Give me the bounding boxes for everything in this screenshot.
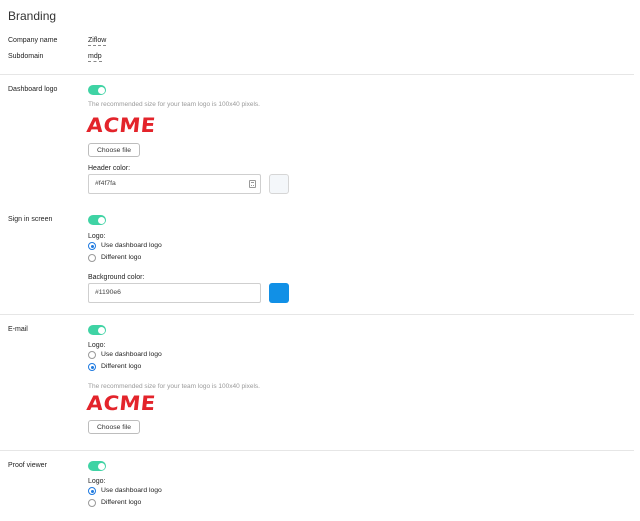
email-use-dashboard-logo-radio[interactable] xyxy=(88,351,96,359)
divider xyxy=(0,314,634,315)
sign-in-screen-label: Sign in screen xyxy=(8,216,53,223)
background-color-input[interactable]: #1190e6 xyxy=(88,283,261,303)
dashboard-logo-choose-file-button[interactable]: Choose file xyxy=(88,143,140,157)
email-different-logo-radio[interactable] xyxy=(88,363,96,371)
proof-viewer-label: Proof viewer xyxy=(8,462,47,469)
background-color-label: Background color: xyxy=(88,274,145,281)
header-color-label: Header color: xyxy=(88,165,131,172)
sign-in-screen-toggle[interactable] xyxy=(88,215,106,225)
proof-viewer-different-logo-radio[interactable] xyxy=(88,499,96,507)
subdomain-value[interactable]: mdp xyxy=(88,53,102,62)
proof-viewer-use-dashboard-logo-label: Use dashboard logo xyxy=(101,487,162,494)
email-label: E-mail xyxy=(8,326,28,333)
email-different-logo-label: Different logo xyxy=(101,363,142,370)
color-picker-icon[interactable] xyxy=(249,180,256,188)
email-choose-file-button[interactable]: Choose file xyxy=(88,420,140,434)
sign-in-different-logo-radio[interactable] xyxy=(88,254,96,262)
proof-viewer-toggle[interactable] xyxy=(88,461,106,471)
company-name-value[interactable]: Ziflow xyxy=(88,37,107,46)
divider xyxy=(0,450,634,451)
email-logo-hint: The recommended size for your team logo … xyxy=(88,383,260,390)
sign-in-logo-label: Logo: xyxy=(88,233,106,240)
background-color-swatch[interactable] xyxy=(269,283,289,303)
header-color-swatch[interactable] xyxy=(269,174,289,194)
dashboard-logo-toggle[interactable] xyxy=(88,85,106,95)
subdomain-label: Subdomain xyxy=(8,53,44,60)
dashboard-logo-label: Dashboard logo xyxy=(8,86,58,93)
proof-viewer-different-logo-label: Different logo xyxy=(101,499,142,506)
email-logo-label: Logo: xyxy=(88,342,106,349)
header-color-value: #f4f7fa xyxy=(95,180,116,187)
company-name-label: Company name xyxy=(8,37,58,44)
dashboard-logo-hint: The recommended size for your team logo … xyxy=(88,101,260,108)
sign-in-different-logo-label: Different logo xyxy=(101,254,142,261)
proof-viewer-use-dashboard-logo-radio[interactable] xyxy=(88,487,96,495)
sign-in-use-dashboard-logo-radio[interactable] xyxy=(88,242,96,250)
proof-viewer-logo-label: Logo: xyxy=(88,478,106,485)
email-use-dashboard-logo-label: Use dashboard logo xyxy=(101,351,162,358)
divider xyxy=(0,74,634,75)
dashboard-logo-image: ACME xyxy=(85,114,157,137)
background-color-value: #1190e6 xyxy=(95,289,121,296)
sign-in-use-dashboard-logo-label: Use dashboard logo xyxy=(101,242,162,249)
header-color-input[interactable]: #f4f7fa xyxy=(88,174,261,194)
email-logo-image: ACME xyxy=(85,392,157,415)
email-toggle[interactable] xyxy=(88,325,106,335)
page-title: Branding xyxy=(8,9,57,23)
